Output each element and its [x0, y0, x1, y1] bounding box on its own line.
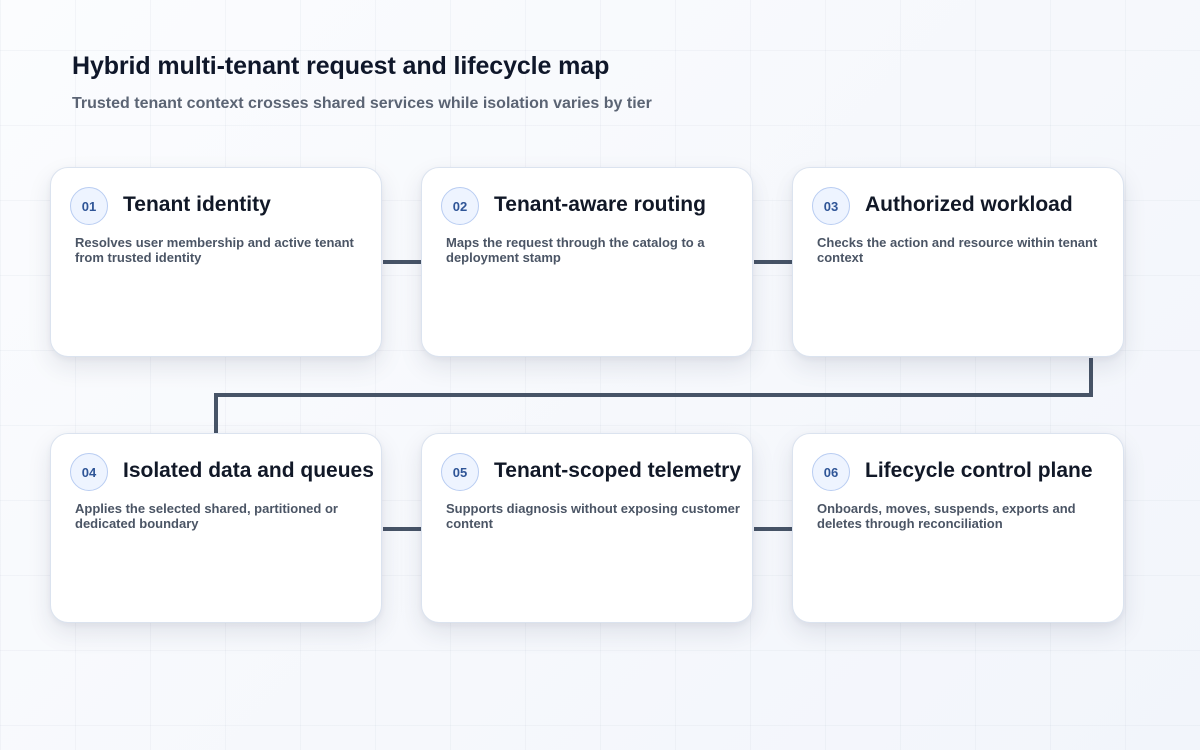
step-description: Checks the action and resource within te…: [817, 235, 1098, 265]
step-title: Tenant-scoped telemetry: [494, 459, 742, 482]
step-number-badge: 06: [812, 453, 850, 491]
step-title: Lifecycle control plane: [865, 459, 1093, 482]
step-number-badge: 03: [812, 187, 850, 225]
step-description: Onboards, moves, suspends, exports and d…: [817, 501, 1076, 531]
step-description: Resolves user membership and active tena…: [75, 235, 354, 265]
step-card-isolated-data-and-queues: 04 Isolated data and queues Applies the …: [50, 433, 382, 623]
step-number-badge: 01: [70, 187, 108, 225]
step-card-tenant-identity: 01 Tenant identity Resolves user members…: [50, 167, 382, 357]
page-subtitle: Trusted tenant context crosses shared se…: [72, 95, 652, 112]
step-number-badge: 04: [70, 453, 108, 491]
connector-03-04: [214, 358, 1093, 433]
step-title: Tenant-aware routing: [494, 193, 706, 216]
step-description: Supports diagnosis without exposing cust…: [446, 501, 740, 531]
step-card-tenant-aware-routing: 02 Tenant-aware routing Maps the request…: [421, 167, 753, 357]
step-card-authorized-workload: 03 Authorized workload Checks the action…: [792, 167, 1124, 357]
page-title: Hybrid multi-tenant request and lifecycl…: [72, 52, 610, 80]
step-number-badge: 02: [441, 187, 479, 225]
step-description: Applies the selected shared, partitioned…: [75, 501, 338, 531]
step-card-tenant-scoped-telemetry: 05 Tenant-scoped telemetry Supports diag…: [421, 433, 753, 623]
step-description: Maps the request through the catalog to …: [446, 235, 705, 265]
step-title: Tenant identity: [123, 193, 271, 216]
step-title: Isolated data and queues: [123, 459, 374, 482]
step-title: Authorized workload: [865, 193, 1073, 216]
step-number-badge: 05: [441, 453, 479, 491]
step-card-lifecycle-control-plane: 06 Lifecycle control plane Onboards, mov…: [792, 433, 1124, 623]
